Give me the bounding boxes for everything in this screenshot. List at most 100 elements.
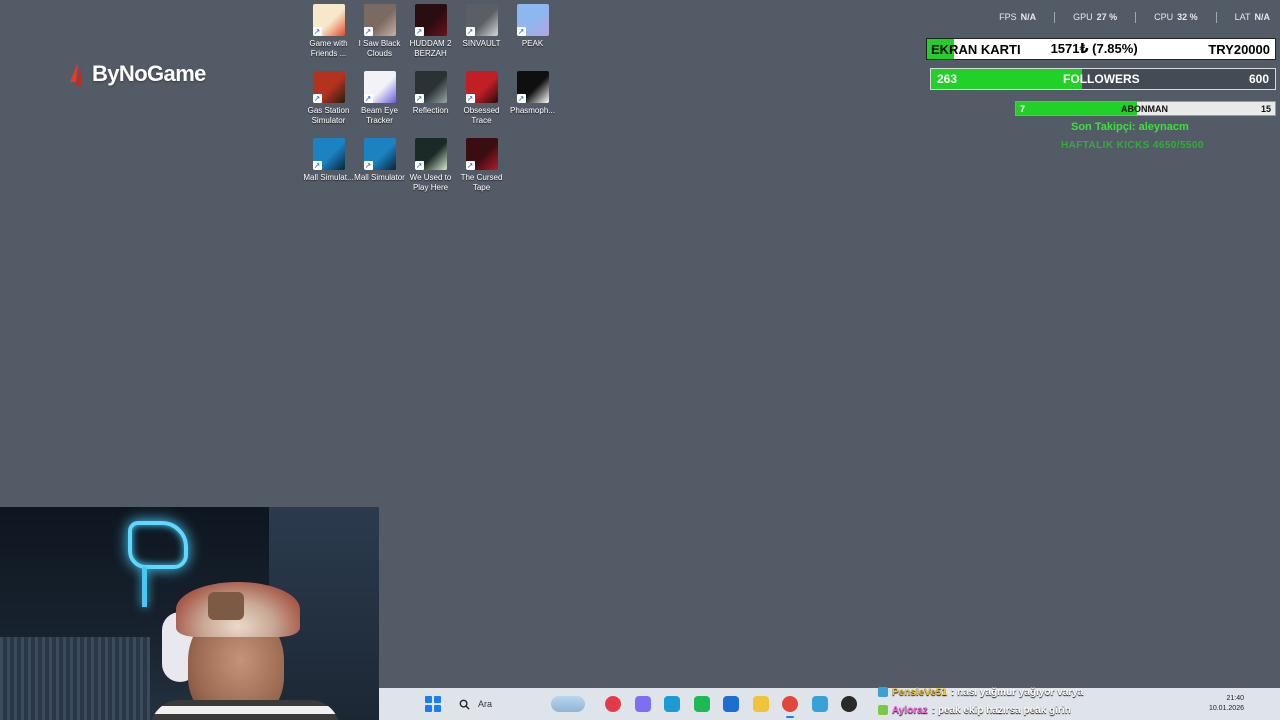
fps-stat: FPS N/A — [999, 12, 1037, 22]
desktop-shortcut[interactable]: ↗ Mall Simulat... — [303, 138, 354, 205]
subscribers-current: 7 — [1020, 103, 1026, 114]
shortcut-label: We Used to Play Here — [409, 173, 452, 192]
huddam-icon: ↗ — [414, 4, 447, 36]
settings-app-icon[interactable] — [811, 696, 828, 712]
divider — [1135, 12, 1137, 23]
streamer — [150, 582, 340, 720]
shortcut-label: Obsessed Trace — [463, 106, 500, 125]
phasmophobia-icon: ↗ — [516, 71, 549, 103]
performance-stats: FPS N/A GPU 27 % CPU 32 % LAT N/A — [999, 12, 1270, 23]
chat-overlay: PensleVe51 : nası yağmur yağıyor varya A… — [878, 683, 1280, 720]
shortcut-arrow-icon: ↗ — [516, 27, 526, 36]
game-with-friends-icon: ↗ — [312, 4, 345, 36]
logo-text: ByNoGame — [92, 61, 206, 86]
edge-icon[interactable] — [664, 696, 680, 712]
followers-label: FOLLOWERS — [1063, 72, 1140, 86]
user-badge-icon — [878, 687, 888, 697]
gas-station-icon: ↗ — [312, 71, 345, 103]
shortcut-arrow-icon: ↗ — [465, 161, 475, 170]
chat-text: : peak ekip hazırsa peak girin — [931, 704, 1071, 716]
obsessed-trace-icon: ↗ — [465, 71, 498, 103]
user-badge-icon — [878, 705, 888, 715]
shortcut-arrow-icon: ↗ — [465, 27, 475, 36]
webcam-bed — [0, 637, 150, 720]
desktop-shortcut[interactable]: ↗ I Saw Black Clouds — [354, 4, 405, 71]
shortcut-arrow-icon: ↗ — [312, 161, 322, 170]
shortcut-label: Phasmoph... — [510, 106, 555, 115]
cursed-tape-icon: ↗ — [465, 138, 498, 170]
shortcut-label: HUDDAM 2 BERZAH — [409, 39, 452, 58]
subscribers-progress-fill — [1016, 102, 1137, 115]
reflection-icon: ↗ — [414, 71, 447, 103]
copilot-icon[interactable] — [634, 696, 651, 712]
bynogame-mark-icon — [70, 62, 82, 86]
subscribers-goal-bar: 7 ABONMAN 15 — [1015, 101, 1276, 116]
neon-light-stem — [142, 567, 147, 607]
shortcut-arrow-icon: ↗ — [414, 161, 424, 170]
shortcut-label: SINVAULT — [462, 39, 501, 48]
beam-eye-icon: ↗ — [363, 71, 396, 103]
desktop-shortcut[interactable]: ↗ Phasmoph... — [507, 71, 558, 138]
subscribers-label: ABONMAN — [1121, 103, 1169, 114]
shortcut-label: The Cursed Tape — [460, 173, 503, 192]
followers-target: 600 — [1248, 72, 1269, 86]
taskbar-search[interactable]: Ara — [455, 693, 585, 715]
mall-sim-icon: ↗ — [312, 138, 345, 170]
shortcut-arrow-icon: ↗ — [516, 94, 526, 103]
we-used-to-play-icon: ↗ — [414, 138, 447, 170]
shortcut-label: Beam Eye Tracker — [361, 106, 398, 125]
shortcut-label: Mall Simulator — [354, 173, 405, 182]
chat-username: PensleVe51 — [892, 686, 948, 698]
cpu-stat: CPU 32 % — [1154, 12, 1198, 22]
desktop-shortcut[interactable]: ↗ Game with Friends ... — [303, 4, 354, 71]
followers-current: 263 — [937, 72, 958, 86]
goal-label: EKRAN KARTI — [931, 41, 1021, 57]
chrome-icon[interactable] — [782, 696, 798, 718]
desktop-shortcut[interactable]: ↗ HUDDAM 2 BERZAH — [405, 4, 456, 71]
shortcut-label: Reflection — [412, 106, 449, 115]
desktop-shortcut[interactable]: ↗ Gas Station Simulator — [303, 71, 354, 138]
desktop-shortcut[interactable]: ↗ Reflection — [405, 71, 456, 138]
i-saw-black-clouds-icon: ↗ — [363, 4, 396, 36]
media-player-icon[interactable] — [605, 696, 621, 712]
store-icon[interactable] — [723, 696, 739, 712]
shortcut-arrow-icon: ↗ — [414, 27, 424, 36]
shortcut-arrow-icon: ↗ — [363, 161, 373, 170]
shortcut-arrow-icon: ↗ — [312, 94, 322, 103]
shortcut-label: PEAK — [521, 39, 544, 48]
sinvault-icon: ↗ — [465, 4, 498, 36]
desktop-shortcut[interactable]: ↗ The Cursed Tape — [456, 138, 507, 205]
shortcut-label: Mall Simulat... — [303, 173, 354, 182]
desktop-shortcut[interactable]: ↗ PEAK — [507, 4, 558, 71]
divider — [1054, 12, 1056, 23]
chat-message: PensleVe51 : nası yağmur yağıyor varya — [878, 683, 1280, 701]
shortcut-label: Gas Station Simulator — [307, 106, 350, 125]
shortcut-label: I Saw Black Clouds — [358, 39, 401, 58]
peak-icon: ↗ — [516, 4, 549, 36]
striped-shirt — [150, 700, 340, 720]
desktop-shortcut[interactable]: ↗ We Used to Play Here — [405, 138, 456, 205]
spotify-icon[interactable] — [693, 696, 710, 712]
webcam-feed — [0, 507, 379, 720]
goal-target: TRY20000 — [1208, 41, 1270, 57]
start-button[interactable] — [425, 696, 441, 712]
desktop-shortcut[interactable]: ↗ SINVAULT — [456, 4, 507, 71]
file-explorer-icon[interactable] — [752, 696, 769, 712]
obs-icon[interactable] — [841, 696, 857, 712]
chat-message: Ayloraz : peak ekip hazırsa peak girin — [878, 701, 1280, 719]
divider — [1215, 12, 1217, 23]
shortcut-label: Game with Friends ... — [309, 39, 348, 58]
last-follower-text: Son Takipçi: aleynacm — [1071, 121, 1189, 133]
shortcut-arrow-icon: ↗ — [312, 27, 322, 36]
gpu-stat: GPU 27 % — [1073, 12, 1118, 22]
chat-text: : nası yağmur yağıyor varya — [951, 686, 1084, 698]
shortcut-arrow-icon: ↗ — [465, 94, 475, 103]
search-icon — [459, 699, 470, 710]
weekly-kicks-text: HAFTALIK KICKS 4650/5500 — [1061, 140, 1204, 151]
desktop-shortcut[interactable]: ↗ Mall Simulator — [354, 138, 405, 205]
desktop-shortcut[interactable]: ↗ Beam Eye Tracker — [354, 71, 405, 138]
latency-stat: LAT N/A — [1234, 12, 1270, 22]
search-highlight-icon — [551, 696, 585, 712]
subscribers-target: 15 — [1260, 103, 1271, 114]
desktop-shortcut[interactable]: ↗ Obsessed Trace — [456, 71, 507, 138]
